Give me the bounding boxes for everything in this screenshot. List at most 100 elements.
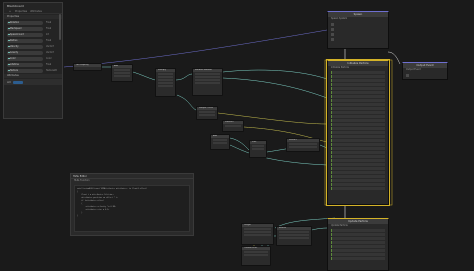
property-row[interactable]: Lifetime Float [7,62,60,67]
context-block[interactable] [331,245,385,248]
property-row[interactable]: SpawnCount Int [7,32,60,37]
operator-node[interactable]: Multiply [155,68,176,97]
properties-section[interactable]: Properties [4,15,62,19]
context-block[interactable] [331,103,385,106]
context-block[interactable] [331,187,385,190]
property-pill[interactable]: Texture [7,68,43,73]
context-block[interactable] [331,123,385,126]
property-pill[interactable]: SpawnCount [7,32,43,37]
operator-node[interactable]: Add [111,64,133,82]
context-block[interactable] [331,111,385,114]
operator-node[interactable]: Subtract [222,120,244,132]
context-block[interactable] [331,253,385,256]
property-row[interactable]: MaxSpeed Float [7,26,60,31]
context-block[interactable] [331,139,385,142]
context-block[interactable] [331,119,385,122]
blackboard-panel[interactable]: Blackboard + Properties Attributes Prope… [3,2,63,119]
operator-node[interactable]: Length [241,223,274,245]
property-pill[interactable]: Lifetime [7,62,43,67]
context-block[interactable] [331,32,385,36]
context-block[interactable] [331,257,385,260]
context-block[interactable] [331,83,385,86]
tab-properties[interactable]: Properties [15,9,27,13]
property-pill[interactable]: Velocity [7,44,43,49]
operator-node[interactable]: Sample Curve [196,106,218,120]
operator-node[interactable]: Sine [249,140,267,158]
property-pill[interactable]: MaxSpeed [7,26,43,31]
spawn-context[interactable]: Spawn Spawn System [327,11,389,49]
context-block[interactable] [331,143,385,146]
property-pill[interactable]: Color [7,56,43,61]
context-block[interactable] [331,159,385,162]
context-block[interactable] [406,73,444,77]
blackboard-toolbar: + Properties Attributes [4,9,62,14]
operator-node[interactable]: Vector3 [286,138,320,152]
operator-node[interactable]: Custom HLSL [241,246,271,266]
attributes-section[interactable]: Attributes [4,74,62,78]
context-block[interactable] [331,27,385,31]
update-context[interactable]: Update Particle Update Particle [327,218,389,271]
initialize-context[interactable]: Initialize Particle Initialize Particle [326,59,390,206]
node-port-row [114,75,130,77]
property-type: Float [46,39,52,42]
context-block[interactable] [331,135,385,138]
context-block[interactable] [331,241,385,244]
operator-node[interactable]: Branch [276,226,312,246]
context-block[interactable] [331,179,385,182]
code-line: } [77,215,79,217]
context-block[interactable] [331,167,385,170]
context-block[interactable] [331,71,385,74]
context-block[interactable] [331,99,385,102]
context-block[interactable] [331,95,385,98]
context-block[interactable] [331,107,385,110]
property-row[interactable]: Texture Texture2D [7,68,60,73]
context-block[interactable] [331,237,385,240]
context-block[interactable] [331,22,385,26]
property-row[interactable]: Rotation Float [7,20,60,25]
property-type: Int [46,33,49,36]
context-block[interactable] [331,151,385,154]
property-type: Float [46,21,52,24]
operator-node[interactable]: Random Number [192,68,223,96]
context-block[interactable] [331,249,385,252]
output-event-context[interactable]: Output Event Output Event [402,62,448,80]
context-block[interactable] [331,171,385,174]
add-property-button[interactable]: + [8,9,12,13]
context-block[interactable] [331,147,385,150]
operator-node[interactable]: Add [210,134,230,150]
context-block[interactable] [331,37,385,41]
context-block[interactable] [331,79,385,82]
filter-chip[interactable] [12,80,23,84]
context-block[interactable] [331,183,385,186]
context-block[interactable] [331,127,385,130]
hlsl-editor-window[interactable]: HLSL Editor HLSL Function void CustomHLS… [70,173,194,236]
property-row[interactable]: Gravity Vector3 [7,50,60,55]
context-block[interactable] [331,163,385,166]
operator-node[interactable]: Get Property [73,63,102,71]
property-row[interactable]: Radius Float [7,38,60,43]
property-row[interactable]: Velocity Vector3 [7,44,60,49]
property-row[interactable]: Color Color [7,56,60,61]
property-pill[interactable]: Gravity [7,50,43,55]
context-block[interactable] [331,233,385,236]
context-block[interactable] [331,91,385,94]
context-block[interactable] [331,131,385,134]
context-block[interactable] [331,87,385,90]
context-block[interactable] [331,229,385,232]
hlsl-code-area[interactable]: void CustomHLSL(inout VFXAttributes attr… [74,185,190,232]
block-icon [331,27,334,31]
attributes-filter[interactable]: All [4,79,62,85]
node-title: Random Number [193,69,222,72]
node-title: Subtract [223,121,243,124]
blackboard-scrollbar[interactable] [59,14,61,40]
vfx-graph-canvas[interactable]: Blackboard + Properties Attributes Prope… [0,0,474,271]
context-block[interactable] [331,175,385,178]
tab-attributes[interactable]: Attributes [30,9,42,13]
property-pill[interactable]: Rotation [7,20,43,25]
context-block[interactable] [331,75,385,78]
context-block[interactable] [331,155,385,158]
node-port-row [158,73,173,75]
property-pill[interactable]: Radius [7,38,43,43]
context-block[interactable] [331,115,385,118]
node-port-row [199,114,215,116]
